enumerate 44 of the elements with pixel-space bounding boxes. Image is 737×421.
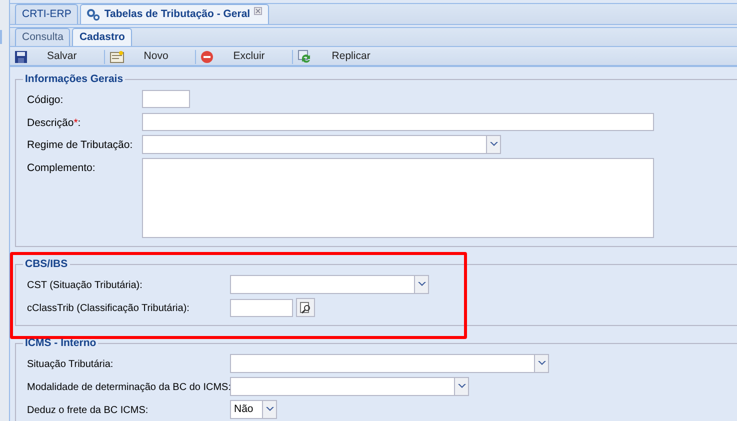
caret-icon [538, 361, 546, 366]
field-label: Situação Tributária: [27, 359, 114, 370]
tab[interactable]: Tabelas de Tributação - Geral [80, 4, 270, 24]
dropdown-field[interactable] [230, 377, 469, 396]
text-field[interactable] [230, 298, 293, 317]
caret-icon [418, 282, 426, 288]
minus-circle-icon [201, 50, 214, 63]
toolbar-button[interactable]: Replicar [326, 49, 376, 65]
gears-icon [87, 8, 100, 20]
text-field[interactable] [142, 112, 654, 130]
field-label: Descrição*: [27, 116, 81, 128]
dropdown-field[interactable]: Não [230, 400, 277, 420]
field-label: Deduz o frete da BC ICMS: [27, 405, 148, 416]
dropdown-value: Não [234, 403, 254, 416]
tab[interactable]: Cadastro [72, 28, 132, 46]
text-area[interactable] [142, 158, 654, 238]
field-label: Código: [27, 94, 64, 106]
caret-icon [266, 407, 274, 412]
toolbar-button[interactable]: Excluir [227, 49, 271, 65]
dropdown-field[interactable] [230, 354, 549, 374]
tab-label: Tabelas de Tributação - Geral [104, 6, 250, 22]
toolbar-button[interactable]: Salvar [41, 49, 83, 65]
tab[interactable]: Consulta [15, 28, 70, 46]
text-field[interactable] [142, 90, 190, 108]
section-title: CBS/IBS [24, 258, 69, 272]
search-button[interactable] [296, 298, 315, 318]
field-label: Complemento: [27, 162, 96, 174]
caret-icon [490, 142, 498, 148]
field-label: Modalidade de determinação da BC do ICMS: [27, 382, 232, 394]
caret-icon [458, 384, 466, 390]
section-title: ICMS - Interno [24, 337, 98, 350]
toolbar-button[interactable]: Novo [138, 49, 174, 65]
dropdown-field[interactable] [230, 275, 429, 294]
tab-label: CRTI-ERP [22, 6, 72, 22]
field-label: Regime de Tributação: [27, 139, 133, 152]
clipboard-icon [110, 50, 124, 63]
magnifier-icon [300, 302, 312, 314]
tab[interactable]: CRTI-ERP [15, 4, 78, 24]
dropdown-field[interactable] [142, 135, 501, 154]
section-title: Informações Gerais [24, 72, 124, 86]
refresh-icon [298, 50, 312, 64]
close-icon[interactable] [254, 7, 262, 15]
field-label: CST (Situação Tributária): [27, 280, 142, 292]
field-label: cClassTrib (Classificação Tributária): [27, 303, 190, 314]
